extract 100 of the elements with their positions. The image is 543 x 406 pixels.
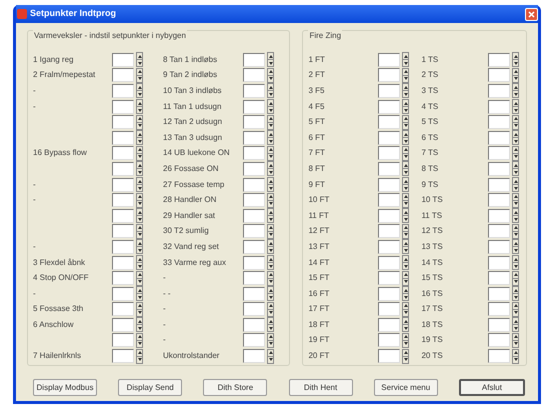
input-field[interactable]: [378, 240, 400, 254]
input-field[interactable]: [243, 193, 265, 208]
spin-buttons[interactable]: [402, 146, 410, 161]
spin-buttons[interactable]: [267, 255, 274, 270]
input-field[interactable]: [488, 162, 510, 176]
spin-buttons[interactable]: [267, 130, 274, 146]
input-field[interactable]: [112, 193, 134, 208]
spin-buttons[interactable]: [136, 208, 143, 224]
spin-buttons[interactable]: [512, 99, 520, 114]
input-field[interactable]: [378, 256, 400, 270]
spin-buttons[interactable]: [136, 177, 143, 192]
spin-buttons[interactable]: [512, 270, 520, 286]
spin-buttons[interactable]: [136, 52, 143, 68]
spin-buttons[interactable]: [512, 302, 520, 317]
input-field[interactable]: [243, 208, 265, 223]
spin-buttons[interactable]: [512, 146, 520, 161]
input-field[interactable]: [243, 178, 265, 192]
input-field[interactable]: [243, 115, 265, 130]
input-field[interactable]: [378, 193, 400, 208]
input-field[interactable]: [378, 271, 400, 286]
input-field[interactable]: [112, 178, 134, 192]
input-field[interactable]: [488, 271, 510, 286]
spin-buttons[interactable]: [402, 255, 410, 270]
input-field[interactable]: [243, 68, 265, 82]
input-field[interactable]: [378, 333, 400, 348]
spin-buttons[interactable]: [402, 192, 410, 208]
input-field[interactable]: [243, 130, 265, 145]
input-field[interactable]: [488, 349, 510, 364]
input-field[interactable]: [243, 271, 265, 286]
input-field[interactable]: [488, 115, 510, 130]
spin-buttons[interactable]: [267, 270, 274, 286]
spin-buttons[interactable]: [402, 286, 410, 302]
spin-buttons[interactable]: [267, 161, 274, 176]
input-field[interactable]: [488, 208, 510, 223]
spin-buttons[interactable]: [402, 224, 410, 239]
input-field[interactable]: [488, 52, 510, 67]
spin-buttons[interactable]: [267, 177, 274, 192]
spin-buttons[interactable]: [267, 208, 274, 224]
spin-buttons[interactable]: [267, 286, 274, 302]
input-field[interactable]: [243, 224, 265, 238]
input-field[interactable]: [378, 178, 400, 192]
input-field[interactable]: [378, 224, 400, 238]
spin-buttons[interactable]: [136, 99, 143, 114]
input-field[interactable]: [488, 333, 510, 348]
input-field[interactable]: [378, 162, 400, 176]
spin-buttons[interactable]: [267, 302, 274, 317]
spin-buttons[interactable]: [267, 192, 274, 208]
input-field[interactable]: [488, 100, 510, 114]
spin-buttons[interactable]: [267, 348, 274, 364]
input-field[interactable]: [378, 208, 400, 223]
spin-buttons[interactable]: [512, 161, 520, 176]
input-field[interactable]: [112, 333, 134, 348]
spin-buttons[interactable]: [267, 317, 274, 332]
spin-buttons[interactable]: [512, 255, 520, 270]
spin-buttons[interactable]: [512, 317, 520, 332]
input-field[interactable]: [488, 286, 510, 301]
input-field[interactable]: [378, 349, 400, 364]
input-field[interactable]: [488, 240, 510, 254]
spin-buttons[interactable]: [136, 192, 143, 208]
input-field[interactable]: [378, 84, 400, 98]
input-field[interactable]: [488, 224, 510, 238]
spin-buttons[interactable]: [136, 286, 143, 302]
dialog-button[interactable]: Dith Hent: [288, 379, 353, 396]
spin-buttons[interactable]: [136, 317, 143, 332]
input-field[interactable]: [378, 302, 400, 316]
spin-buttons[interactable]: [512, 239, 520, 254]
spin-buttons[interactable]: [267, 239, 274, 254]
spin-buttons[interactable]: [136, 239, 143, 254]
input-field[interactable]: [112, 146, 134, 160]
input-field[interactable]: [488, 84, 510, 98]
spin-buttons[interactable]: [136, 224, 143, 239]
input-field[interactable]: [243, 318, 265, 332]
spin-buttons[interactable]: [267, 83, 274, 98]
spin-buttons[interactable]: [402, 130, 410, 146]
dialog-button[interactable]: Display Modbus: [33, 379, 97, 396]
input-field[interactable]: [243, 302, 265, 316]
input-field[interactable]: [378, 286, 400, 301]
spin-buttons[interactable]: [267, 52, 274, 68]
spin-buttons[interactable]: [512, 348, 520, 364]
input-field[interactable]: [112, 302, 134, 316]
spin-buttons[interactable]: [512, 114, 520, 130]
input-field[interactable]: [243, 162, 265, 176]
spin-buttons[interactable]: [512, 192, 520, 208]
input-field[interactable]: [243, 240, 265, 254]
spin-buttons[interactable]: [267, 224, 274, 239]
spin-buttons[interactable]: [512, 224, 520, 239]
spin-buttons[interactable]: [267, 68, 274, 83]
input-field[interactable]: [488, 256, 510, 270]
input-field[interactable]: [243, 100, 265, 114]
input-field[interactable]: [112, 52, 134, 67]
input-field[interactable]: [243, 333, 265, 348]
input-field[interactable]: [112, 240, 134, 254]
spin-buttons[interactable]: [402, 177, 410, 192]
spin-buttons[interactable]: [512, 52, 520, 68]
spin-buttons[interactable]: [402, 208, 410, 224]
input-field[interactable]: [243, 256, 265, 270]
input-field[interactable]: [243, 349, 265, 364]
input-field[interactable]: [488, 302, 510, 316]
spin-buttons[interactable]: [136, 348, 143, 364]
spin-buttons[interactable]: [136, 130, 143, 146]
